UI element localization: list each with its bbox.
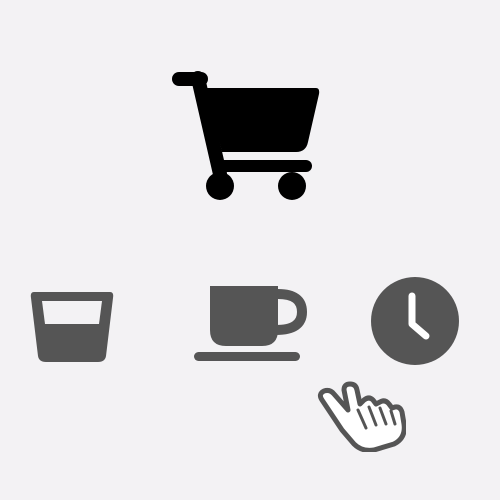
clock-icon[interactable]	[368, 274, 462, 368]
icon-canvas	[0, 0, 500, 500]
coffee-cup-icon[interactable]	[190, 282, 308, 366]
shopping-cart-icon[interactable]	[168, 66, 324, 206]
glass-icon[interactable]	[28, 286, 116, 364]
hand-pointer-cursor-icon	[314, 380, 406, 452]
